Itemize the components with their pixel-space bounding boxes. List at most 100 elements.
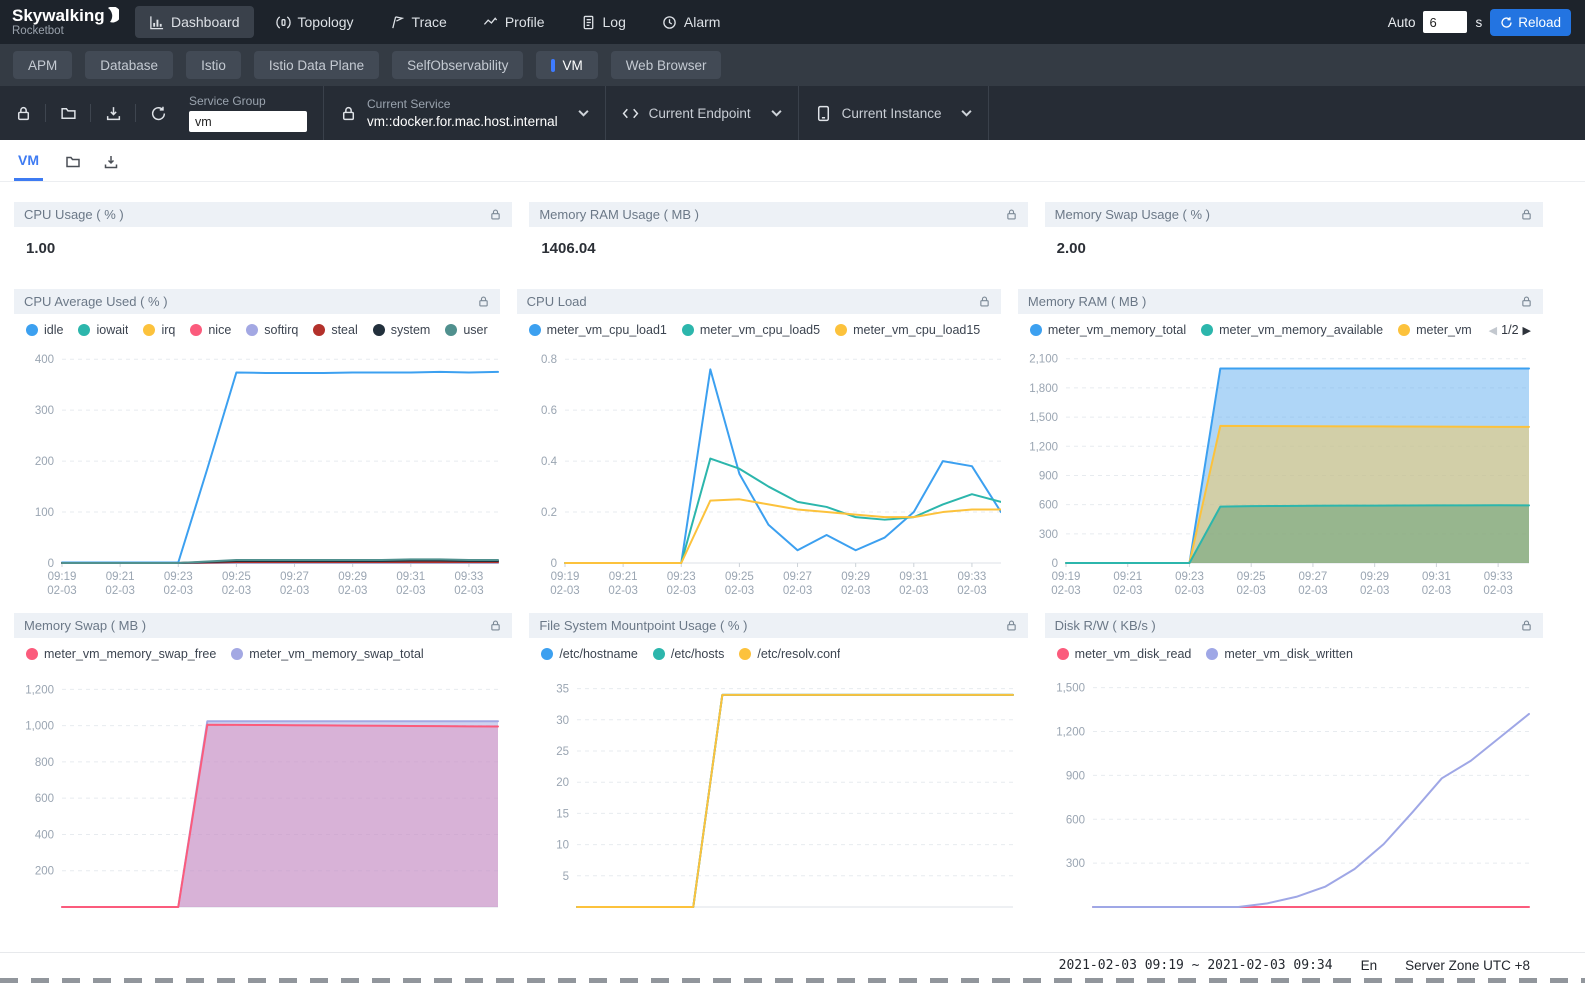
chevron-down-icon[interactable] bbox=[578, 109, 589, 117]
nav-item-label: Topology bbox=[298, 14, 354, 30]
legend-dot bbox=[78, 324, 90, 336]
folder-button[interactable] bbox=[53, 98, 83, 128]
server-zone[interactable]: Server Zone UTC +8 bbox=[1405, 958, 1530, 973]
lock-icon[interactable] bbox=[1005, 208, 1018, 221]
legend-item[interactable]: /etc/hostname bbox=[541, 647, 638, 661]
folder-icon bbox=[60, 105, 77, 122]
current-instance-selector[interactable]: Current Instance bbox=[799, 86, 989, 140]
svg-text:25: 25 bbox=[557, 746, 570, 758]
legend-item[interactable]: nice bbox=[190, 323, 231, 337]
legend-label: irq bbox=[161, 323, 175, 337]
tab-database[interactable]: Database bbox=[85, 51, 173, 79]
tab-label: Istio Data Plane bbox=[269, 58, 364, 73]
legend-item[interactable]: meter_vm_cpu_load5 bbox=[682, 323, 820, 337]
lock-icon[interactable] bbox=[1520, 295, 1533, 308]
legend-item[interactable]: /etc/resolv.conf bbox=[739, 647, 840, 661]
tab-apm[interactable]: APM bbox=[13, 51, 72, 79]
svg-text:2,100: 2,100 bbox=[1029, 354, 1058, 366]
chart-row-2: Memory Swap ( MB ) meter_vm_memory_swap_… bbox=[14, 613, 1543, 913]
card-title: Memory RAM ( MB ) bbox=[1028, 294, 1146, 309]
logo-title: Skywalking bbox=[12, 6, 105, 25]
reload-button[interactable]: Reload bbox=[1490, 9, 1571, 36]
service-group-input[interactable] bbox=[189, 111, 307, 132]
app-logo: Skywalking Rocketbot bbox=[0, 7, 135, 37]
svg-text:400: 400 bbox=[35, 354, 54, 366]
legend-item[interactable]: meter_vm_memory_total bbox=[1030, 323, 1186, 337]
legend-label: meter_vm bbox=[1416, 323, 1472, 337]
download-icon bbox=[105, 105, 122, 122]
legend-item[interactable]: meter_vm bbox=[1398, 323, 1472, 337]
alarm-icon bbox=[662, 15, 677, 30]
legend-item[interactable]: meter_vm_cpu_load1 bbox=[529, 323, 667, 337]
reload-label: Reload bbox=[1518, 15, 1561, 30]
language-toggle[interactable]: En bbox=[1361, 958, 1378, 973]
current-endpoint-label: Current Endpoint bbox=[649, 106, 751, 121]
svg-text:300: 300 bbox=[35, 405, 54, 417]
nav-item-alarm[interactable]: Alarm bbox=[648, 6, 735, 38]
current-service-selector[interactable]: Current Service vm::docker.for.mac.host.… bbox=[324, 86, 605, 140]
lock-icon[interactable] bbox=[1520, 619, 1533, 632]
legend-item[interactable]: meter_vm_memory_swap_free bbox=[26, 647, 216, 661]
lock-icon[interactable] bbox=[1520, 208, 1533, 221]
svg-text:02-03: 02-03 bbox=[957, 585, 986, 597]
legend-label: idle bbox=[44, 323, 63, 337]
chart-card-file-system: File System Mountpoint Usage ( % ) /etc/… bbox=[529, 613, 1027, 913]
legend-next-arrow[interactable]: ▶ bbox=[1523, 324, 1531, 337]
legend-label: iowait bbox=[96, 323, 128, 337]
lock-icon[interactable] bbox=[477, 295, 490, 308]
time-range[interactable]: 2021-02-03 09:19 ~ 2021-02-03 09:34 bbox=[1059, 958, 1333, 973]
legend-item[interactable]: irq bbox=[143, 323, 175, 337]
legend-item[interactable]: steal bbox=[313, 323, 357, 337]
legend-item[interactable]: meter_vm_disk_read bbox=[1057, 647, 1192, 661]
topology-icon bbox=[276, 15, 291, 30]
nav-item-label: Dashboard bbox=[171, 14, 240, 30]
nav-item-dashboard[interactable]: Dashboard bbox=[135, 6, 254, 38]
download-icon[interactable] bbox=[103, 154, 119, 170]
svg-text:1,200: 1,200 bbox=[1056, 727, 1085, 739]
dashboard-icon bbox=[149, 15, 164, 30]
current-endpoint-selector[interactable]: Current Endpoint bbox=[606, 86, 798, 140]
auto-refresh-input[interactable] bbox=[1423, 11, 1467, 33]
legend-dot bbox=[373, 324, 385, 336]
legend-item[interactable]: idle bbox=[26, 323, 63, 337]
lock-icon[interactable] bbox=[978, 295, 991, 308]
tab-selfobservability[interactable]: SelfObservability bbox=[392, 51, 523, 79]
svg-text:800: 800 bbox=[35, 757, 54, 769]
nav-item-profile[interactable]: Profile bbox=[469, 6, 559, 38]
lock-button[interactable] bbox=[8, 98, 38, 128]
legend-item[interactable]: user bbox=[445, 323, 487, 337]
lock-icon[interactable] bbox=[489, 208, 502, 221]
lock-icon[interactable] bbox=[489, 619, 502, 632]
export-button[interactable] bbox=[98, 98, 128, 128]
legend-item[interactable]: meter_vm_disk_written bbox=[1206, 647, 1353, 661]
legend-prev-arrow[interactable]: ◀ bbox=[1489, 324, 1497, 337]
top-nav: Skywalking Rocketbot Dashboard Topology … bbox=[0, 0, 1585, 44]
chevron-down-icon[interactable] bbox=[771, 109, 782, 117]
svg-text:09:31: 09:31 bbox=[396, 571, 425, 583]
tab-web-browser[interactable]: Web Browser bbox=[611, 51, 722, 79]
nav-item-topology[interactable]: Topology bbox=[262, 6, 368, 38]
legend-item[interactable]: iowait bbox=[78, 323, 128, 337]
legend-item[interactable]: meter_vm_cpu_load15 bbox=[835, 323, 980, 337]
divider bbox=[988, 86, 989, 140]
folder-icon[interactable] bbox=[65, 154, 81, 170]
refresh-button[interactable] bbox=[143, 98, 173, 128]
lock-icon[interactable] bbox=[1005, 619, 1018, 632]
active-tab-indicator bbox=[551, 59, 555, 72]
separator bbox=[90, 104, 91, 122]
legend-label: /etc/hostname bbox=[559, 647, 638, 661]
legend-item[interactable]: /etc/hosts bbox=[653, 647, 725, 661]
nav-item-log[interactable]: Log bbox=[567, 6, 640, 38]
tab-vm-view[interactable]: VM bbox=[14, 152, 43, 181]
legend-item[interactable]: meter_vm_memory_swap_total bbox=[231, 647, 423, 661]
legend-dot bbox=[1030, 324, 1042, 336]
legend-item[interactable]: softirq bbox=[246, 323, 298, 337]
legend-item[interactable]: meter_vm_memory_available bbox=[1201, 323, 1383, 337]
legend-item[interactable]: system bbox=[373, 323, 431, 337]
tab-istio[interactable]: Istio bbox=[186, 51, 241, 79]
svg-text:02-03: 02-03 bbox=[105, 585, 134, 597]
tab-istio-data-plane[interactable]: Istio Data Plane bbox=[254, 51, 379, 79]
chevron-down-icon[interactable] bbox=[961, 109, 972, 117]
tab-vm[interactable]: VM bbox=[536, 51, 597, 79]
nav-item-trace[interactable]: Trace bbox=[376, 6, 461, 38]
